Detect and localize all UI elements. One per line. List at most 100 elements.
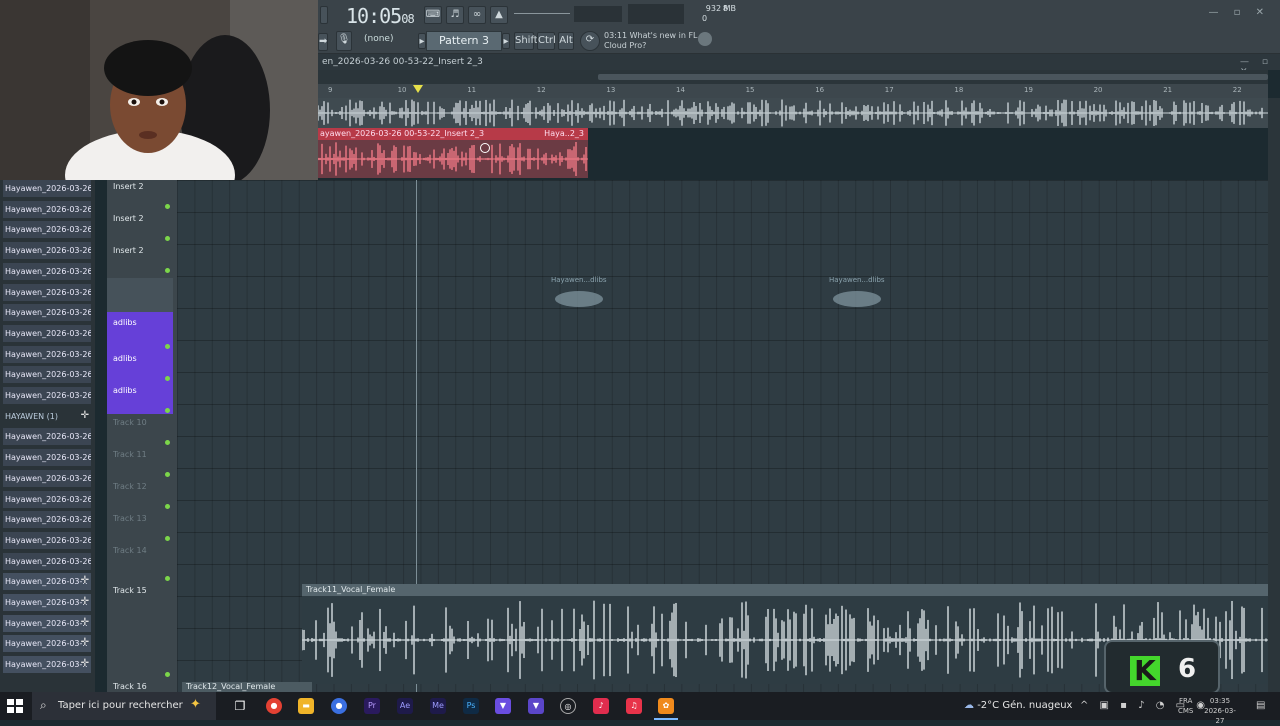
file-explorer-icon[interactable]: ▬ [298,698,314,714]
toolbar-left-edge[interactable] [320,6,328,24]
clock-date[interactable]: 03:35 2026-03-27 [1200,696,1240,726]
app-circle-icon[interactable]: ◎ [560,698,576,714]
browser-item[interactable]: Hayawen_2026-03-26 02.. [3,366,91,384]
app-shield-icon-2[interactable]: ▼ [528,698,544,714]
track-mute-dot[interactable] [165,376,170,381]
add-icon[interactable]: ✛ [81,410,89,421]
task-view-icon[interactable]: ❐ [232,698,248,714]
premiere-icon[interactable]: Pr [364,698,380,714]
track-header[interactable]: Track 12 [107,482,173,491]
media-encoder-icon[interactable]: Me [430,698,446,714]
clip-title-bottom-2[interactable]: Track12_Vocal_Female [182,682,312,692]
browser-item[interactable]: Hayawen_2026-03-26 02.. [3,262,91,280]
horizontal-scrollbar[interactable] [318,70,1268,84]
vertical-scrollbar[interactable] [1268,98,1280,692]
step-edit-icon[interactable]: ♬ [446,6,464,24]
track-mute-dot[interactable] [165,268,170,273]
after-effects-icon[interactable]: Ae [397,698,413,714]
clip-title-bottom[interactable]: Track11_Vocal_Female [302,584,1268,596]
add-icon[interactable]: ✛ [81,637,89,648]
browser-item[interactable]: Hayawen_2026-03-26 02.. [3,387,91,404]
help-icon[interactable] [698,32,712,46]
shift-button[interactable]: Shift [514,32,538,50]
track-mute-dot[interactable] [165,536,170,541]
browser-item[interactable]: Hayawen_2026-03-.. ✛ [3,614,91,632]
audio-clip-top[interactable] [317,98,1268,128]
news-panel[interactable]: 03:11 What's new in FL Cloud Pro? [604,31,698,51]
track-header-insert-2[interactable]: Insert 2 [107,214,173,223]
track-header[interactable]: Track 14 [107,546,173,555]
audio-clip-insert[interactable]: ayawen_2026-03-26 00-53-22_Insert 2_3 Ha… [318,128,588,178]
timeline-ruler[interactable]: 9 10 11 12 13 14 15 16 17 18 19 20 21 22 [318,84,1268,98]
browser-item[interactable]: Hayawen_2026-03-26 02.. [3,324,91,342]
photoshop-icon[interactable]: Ps [463,698,479,714]
track-header-collapsed[interactable] [107,278,173,312]
track-header-15[interactable]: Track 15 [107,586,173,595]
track-mute-dot[interactable] [165,472,170,477]
pattern-prev-icon[interactable]: ▸ [418,33,426,49]
track-mute-dot[interactable] [165,204,170,209]
track-header-16[interactable]: Track 16 [107,682,173,691]
music-app-icon[interactable]: ♪ [593,698,609,714]
add-icon[interactable]: ✛ [81,575,89,586]
chrome-icon[interactable]: ● [266,698,282,714]
pattern-next-icon[interactable]: ▸ [502,33,510,49]
track-mute-dot[interactable] [165,344,170,349]
windows-start-icon[interactable] [6,698,24,714]
track-mute-dot[interactable] [165,236,170,241]
track-header[interactable]: Track 10 [107,418,173,427]
browser-item[interactable]: Hayawen_2026-03-26 02.. [3,242,91,260]
master-volume-slider[interactable] [514,13,570,14]
ctrl-button[interactable]: Ctrl [537,32,556,50]
fl-studio-icon[interactable]: ✿ [658,698,674,714]
browser-item[interactable]: Hayawen_2026-03-26 02.. [3,511,91,529]
pattern-selector[interactable]: Pattern 3 [426,31,502,51]
add-icon[interactable]: ✛ [81,658,89,669]
browser-item[interactable]: Hayawen_2026-03-.. ✛ [3,573,91,591]
track-header[interactable]: Track 13 [107,514,173,523]
chrome-profile-icon[interactable]: ● [331,698,347,714]
track-header-insert-1[interactable]: Insert 2 [107,182,173,191]
browser-item[interactable]: Hayawen_2026-03-26 02.. [3,180,91,197]
song-position-clock[interactable]: 10:0508 [346,4,415,28]
add-icon[interactable]: ✛ [81,617,89,628]
browser-item[interactable]: Hayawen_2026-03-26 02.. [3,200,91,218]
arrow-right-icon[interactable]: ➡ [318,33,328,51]
app-window-controls[interactable]: — ▫ ✕ [1208,7,1270,18]
taskbar-search[interactable]: ⌕ Taper ici pour rechercher ✦ [32,692,216,720]
browser-item[interactable]: Hayawen_2026-03-26 02.. [3,531,91,549]
microphone-icon[interactable]: 🎙 [336,31,352,51]
browser-item[interactable]: Hayawen_2026-03-.. ✛ [3,656,91,674]
browser-item[interactable]: Hayawen_2026-03-26 02.. [3,449,91,467]
loop-record-icon[interactable]: ∞ [468,6,486,24]
news-icon[interactable]: ⟳ [580,31,600,51]
track-header-insert-3[interactable]: Insert 2 [107,246,173,255]
browser-item[interactable]: Hayawen_2026-03-.. ✛ [3,594,91,611]
typing-keyboard-icon[interactable]: ⌨ [424,6,442,24]
browser-item[interactable]: Hayawen_2026-03-26 02.. [3,552,91,570]
track-header[interactable]: Track 11 [107,450,173,459]
track-header-adlibs[interactable]: adlibs adlibs adlibs [107,312,173,414]
alt-button[interactable]: Alt [558,32,574,50]
itunes-icon[interactable]: ♫ [626,698,642,714]
metronome-icon[interactable]: ▲ [490,6,508,24]
browser-item[interactable]: Hayawen_2026-03-26 02.. [3,304,91,322]
add-icon[interactable]: ✛ [81,596,89,607]
pattern-picker[interactable]: (none) [364,34,412,48]
language-indicator[interactable]: FRA CMS [1178,696,1193,716]
playhead-marker[interactable] [413,85,423,93]
weather-widget[interactable]: ☁ -2°C Gén. nuageux [964,700,1072,711]
browser-item[interactable]: HAYAWEN (1) ✛ [3,408,91,425]
track-mute-dot[interactable] [165,672,170,677]
browser-item[interactable]: Hayawen_2026-03-26 02.. [3,283,91,301]
notification-icon[interactable]: ▤ [1256,700,1265,711]
track-mute-dot[interactable] [165,504,170,509]
track-mute-dot[interactable] [165,576,170,581]
track-mute-dot[interactable] [165,440,170,445]
browser-item[interactable]: Hayawen_2026-03-26 02.. [3,469,91,487]
browser-item[interactable]: Hayawen_2026-03-.. ✛ [3,635,91,653]
scroll-thumb[interactable] [598,74,1268,80]
track-mute-dot[interactable] [165,408,170,413]
browser-item[interactable]: Hayawen_2026-03-26 02.. [3,490,91,508]
app-shield-icon[interactable]: ▼ [495,698,511,714]
